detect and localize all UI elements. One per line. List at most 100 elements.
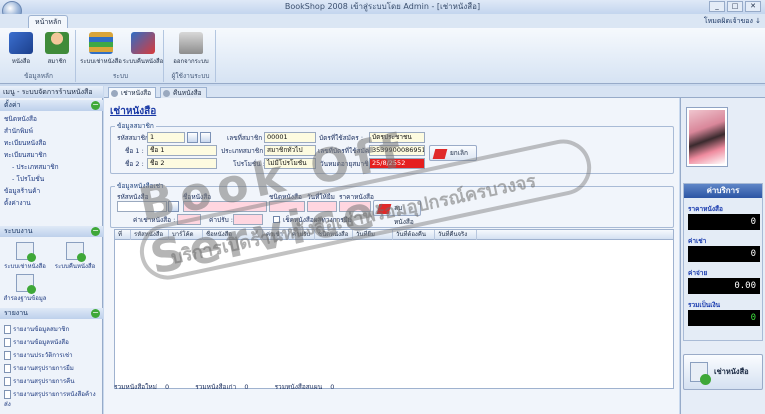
col-barcode[interactable]: บาร์โค้ด (169, 230, 203, 240)
return-doc-icon (66, 242, 86, 262)
logout-button[interactable]: ออกจากระบบ (170, 32, 212, 66)
remove-x-icon (376, 204, 392, 214)
sidebar-item-member-registry[interactable]: ทะเบียนสมาชิก (4, 150, 47, 160)
rent-info-group: ข้อมูลหนังสือเช่า รหัสหนังสือ ชื่อหนังสื… (110, 181, 674, 228)
col-book-type[interactable]: ชนิดหนังสือ (315, 230, 353, 240)
backup-doc-icon (16, 274, 36, 294)
sidebar-item-job-settings[interactable]: ตั้งค่างาน (4, 198, 31, 208)
sidebar-item-member-type[interactable]: - ประเภทสมาชิก (12, 162, 59, 172)
card-no-field[interactable]: 3539900086951 (369, 145, 425, 156)
rent-value-label: ค่าเช่า (688, 237, 707, 245)
rent-book-button[interactable]: เช่าหนังสือ (683, 354, 763, 390)
fine-label: ค่าปรับ : (209, 216, 233, 224)
lookup-member-button[interactable] (200, 132, 211, 143)
sidebar-item-promotion[interactable]: - โปรโมชั่น (12, 174, 44, 184)
collapse-icon[interactable]: − (91, 101, 100, 110)
col-book-name[interactable]: ชื่อหนังสือ (203, 230, 263, 240)
collapse-icon[interactable]: − (91, 309, 100, 318)
remove-book-button-label: ลบหนังสือ (394, 204, 414, 226)
sidebar-item-book-type[interactable]: ชนิดหนังสือ (4, 114, 37, 124)
books-button[interactable]: หนังสือ (2, 32, 40, 66)
books-button-label: หนังสือ (11, 58, 31, 65)
book-code-field[interactable] (117, 201, 167, 212)
rent-items-table[interactable]: ที่ รหัสหนังสือ บาร์โค้ด ชื่อหนังสือ ค่า… (114, 229, 674, 389)
tab-return-book[interactable]: คืนหนังสือ (160, 87, 207, 98)
window-title: BookShop 2008 เข้าสู่ระบบโดย Admin - [เช… (284, 2, 481, 11)
ribbon-tab-home[interactable]: หน้าหลัก (28, 15, 69, 28)
days-field[interactable] (307, 201, 337, 212)
col-book-code[interactable]: รหัสหนังสือ (131, 230, 169, 240)
member-code-field[interactable]: 1 (147, 132, 185, 143)
member-no-field[interactable]: 00001 (264, 132, 316, 143)
member-info-legend: ข้อมูลสมาชิก (115, 121, 156, 131)
name2-field[interactable]: ชื่อ 2 (147, 158, 217, 169)
close-tab-icon[interactable] (163, 90, 170, 97)
rent-system-button[interactable]: ระบบเช่าหนังสือ (80, 32, 122, 66)
remove-book-button[interactable]: ลบหนังสือ (373, 200, 421, 226)
cancel-button-label: ยกเลิก (450, 149, 468, 157)
check-overdue-checkbox[interactable] (273, 216, 280, 223)
report-rent-history[interactable]: รายงานประวัติการเช่า (4, 350, 73, 360)
sidebar-backup[interactable]: สำรองฐานข้อมูล (2, 274, 48, 303)
col-fine[interactable]: ค่าปรับ (289, 230, 315, 240)
tab-rent-book[interactable]: เช่าหนังสือ (108, 87, 157, 98)
minimize-button[interactable]: _ (709, 1, 725, 12)
col-rent[interactable]: ค่าเช่า (263, 230, 289, 240)
total-old-value: 0 (244, 383, 249, 391)
window-controls: _ □ ✕ (709, 1, 761, 12)
col-return-date[interactable]: วันที่คืนจริง (435, 230, 477, 240)
cancel-button[interactable]: ยกเลิก (429, 145, 477, 161)
report-borrow-summary[interactable]: รายงานสรุปรายการยืม (4, 363, 74, 373)
sidebar-return-system[interactable]: ระบบคืนหนังสือ (52, 242, 98, 271)
sidebar-section-settings[interactable]: ตั้งค่า − (0, 100, 103, 111)
return-system-button[interactable]: ระบบคืนหนังสือ (122, 32, 164, 66)
card-type-field[interactable]: บัตรประชาชน (369, 132, 425, 143)
report-overdue[interactable]: รายงานสรุปรายการหนังสือค้างส่ง (4, 389, 102, 409)
ribbon-group-master-label: ข้อมูลหลัก (24, 72, 53, 80)
book-type-field[interactable] (269, 201, 305, 212)
ribbon-group-users: ออกจากระบบ ผู้ใช้งานระบบ (166, 30, 216, 82)
sidebar: ตั้งค่า − ชนิดหนังสือ สำนักพิมพ์ ทะเบียน… (0, 98, 103, 414)
sidebar-rent-system[interactable]: ระบบเช่าหนังสือ (2, 242, 48, 271)
login-mode-label[interactable]: โหมดผิดเจ้าของ ↓ (704, 16, 761, 27)
page-title: เช่าหนังสือ (110, 106, 157, 117)
book-name-field[interactable] (183, 201, 267, 212)
col-index[interactable]: ที่ (115, 230, 131, 240)
fine-field[interactable] (233, 214, 263, 225)
promotion-field[interactable]: ไม่มีโปรโมชั่น (264, 158, 316, 169)
collapse-icon[interactable]: − (91, 227, 100, 236)
price-field[interactable] (339, 201, 371, 212)
sidebar-item-publisher[interactable]: สำนักพิมพ์ (4, 126, 33, 136)
sidebar-item-book-registry[interactable]: ทะเบียนหนังสือ (4, 138, 46, 148)
member-type-field[interactable]: สมาชิกทั่วไป (264, 145, 316, 156)
sidebar-section-system[interactable]: ระบบงาน − (0, 226, 103, 237)
total-new-label: รวมหนังสือใหม่ (114, 383, 157, 391)
sidebar-item-shop-info[interactable]: ข้อมูลร้านค้า (4, 186, 40, 196)
report-books[interactable]: รายงานข้อมูลหนังสือ (4, 337, 69, 347)
expiry-field[interactable]: 25/8/2552 (369, 158, 425, 169)
sidebar-section-reports[interactable]: รายงาน − (0, 308, 103, 319)
col-borrow-date[interactable]: วันที่ยืม (353, 230, 393, 240)
payment-label: ค่าจ่าย (688, 269, 708, 277)
col-due-date[interactable]: วันที่ต้องคืน (393, 230, 435, 240)
sidebar-menu-title-text: เมนู - ระบบจัดการร้านหนังสือ (3, 88, 93, 96)
maximize-button[interactable]: □ (727, 1, 743, 12)
tab-return-book-label: คืนหนังสือ (173, 89, 202, 97)
report-members[interactable]: รายงานข้อมูลสมาชิก (4, 324, 69, 334)
rent-book-button-label: เช่าหนังสือ (714, 367, 749, 376)
close-button[interactable]: ✕ (745, 1, 761, 12)
sidebar-section-settings-label: ตั้งค่า (4, 101, 21, 109)
ribbon: หนังสือ สมาชิก ข้อมูลหลัก ระบบเช่าหนังสื… (0, 28, 765, 84)
report-return-summary[interactable]: รายงานสรุปรายการคืน (4, 376, 75, 386)
rent-fee-field[interactable] (177, 214, 201, 225)
member-type-label: ประเภทสมาชิก : (221, 147, 268, 155)
total-value: 0 (688, 310, 760, 326)
search-member-button[interactable] (187, 132, 198, 143)
book-price-label: ราคาหนังสือ (688, 205, 723, 213)
close-tab-icon[interactable] (111, 90, 118, 97)
search-book-button[interactable] (168, 201, 179, 212)
members-button[interactable]: สมาชิก (38, 32, 76, 66)
rent-doc-icon (690, 362, 711, 385)
name1-field[interactable]: ชื่อ 1 (147, 145, 217, 156)
cancel-x-icon (432, 149, 448, 159)
